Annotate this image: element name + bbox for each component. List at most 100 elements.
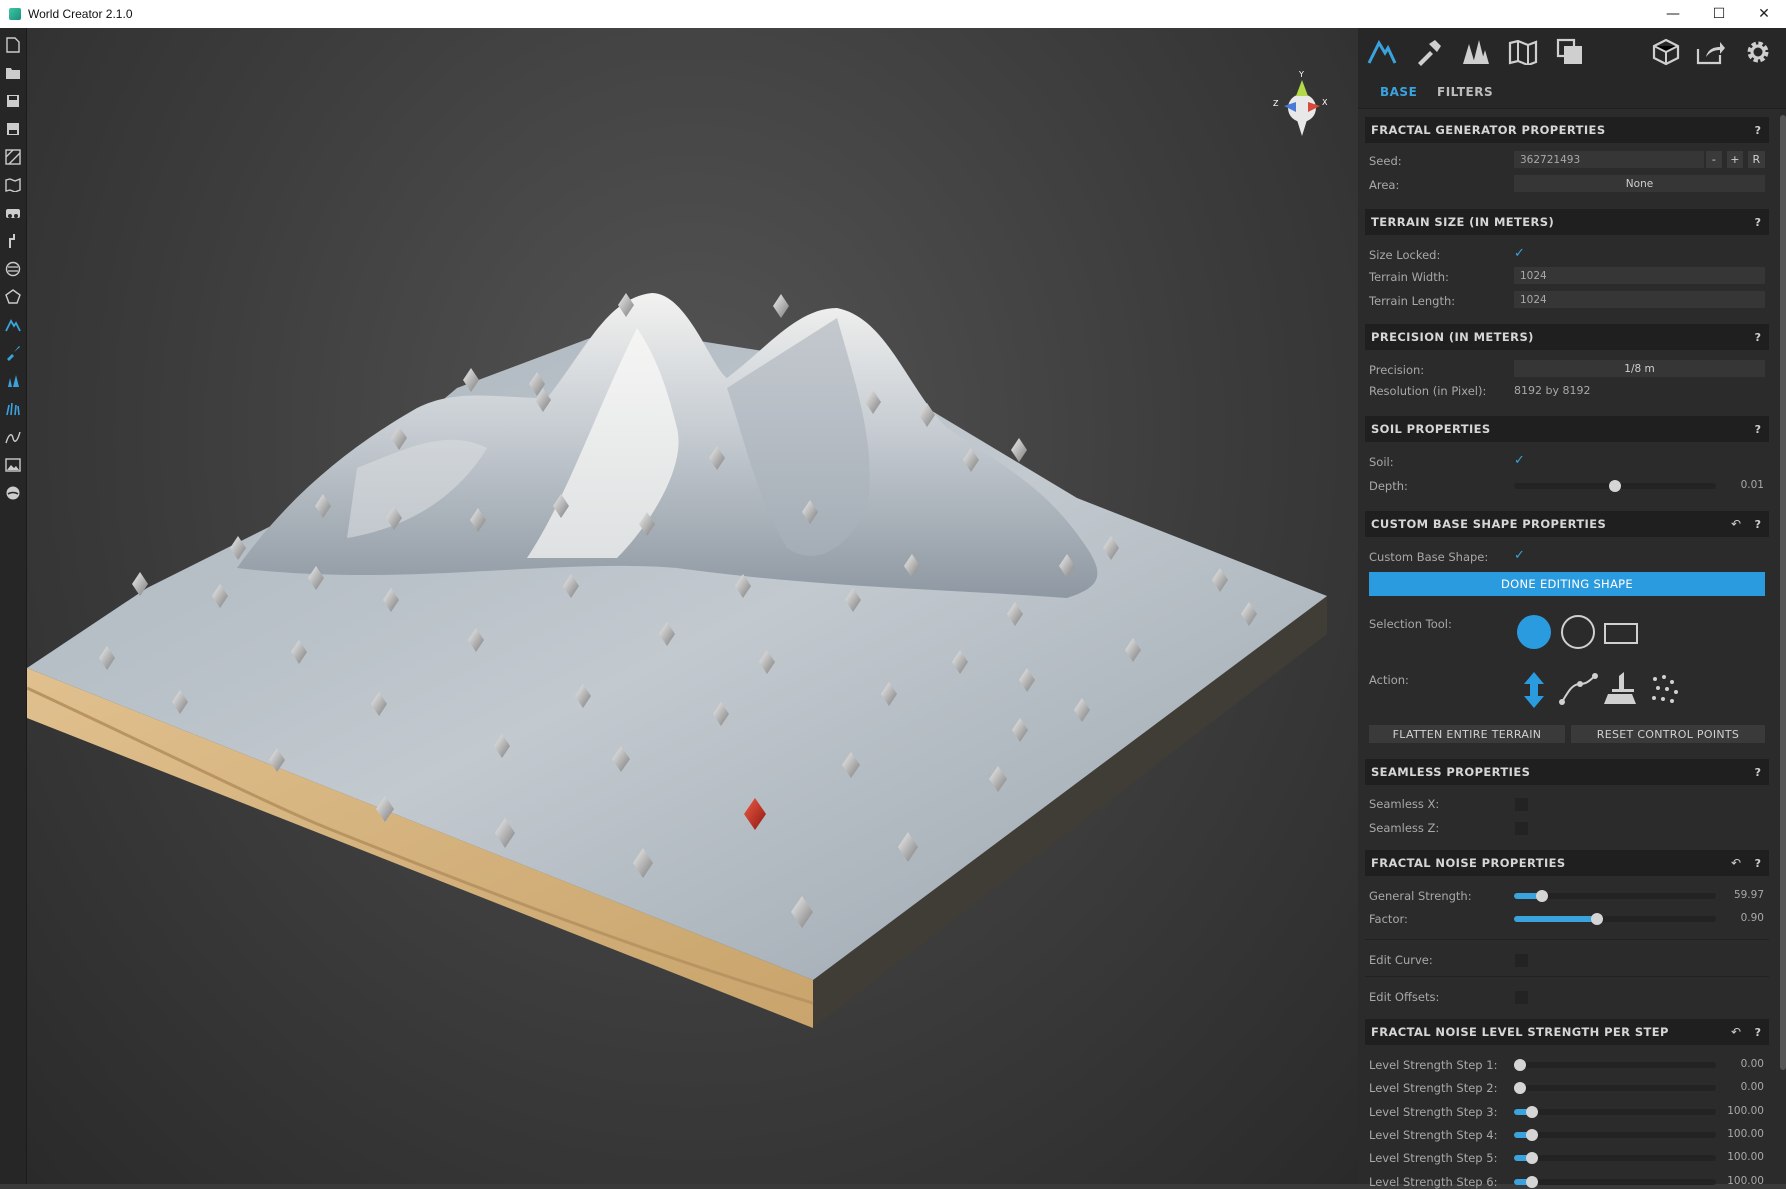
soil-checkbox[interactable]: ✓ (1514, 454, 1528, 468)
precision-select[interactable]: 1/8 m (1514, 360, 1765, 377)
layers-icon[interactable] (1554, 36, 1586, 68)
save-as-icon[interactable] (4, 120, 22, 138)
slider-knob[interactable] (1514, 1082, 1527, 1094)
scatter-points-icon[interactable] (1650, 674, 1680, 708)
brush-tool-icon[interactable] (4, 232, 22, 250)
slider-knob[interactable] (1526, 1176, 1539, 1188)
hammer-icon[interactable] (1413, 36, 1445, 68)
help-button[interactable]: ? (1755, 331, 1761, 344)
trees-icon[interactable] (1460, 36, 1492, 68)
mountain-icon[interactable] (1366, 36, 1398, 68)
image-icon[interactable] (4, 456, 22, 474)
seed-input[interactable]: 362721493 (1514, 151, 1704, 168)
share-icon[interactable] (1695, 36, 1727, 68)
help-button[interactable]: ? (1755, 766, 1761, 779)
level-strength-step-slider[interactable] (1514, 1106, 1716, 1118)
terrain-layers-icon[interactable] (4, 148, 22, 166)
fractal-generator-header[interactable]: FRACTAL GENERATOR PROPERTIES ? (1365, 117, 1769, 143)
seed-random-button[interactable]: R (1748, 151, 1765, 168)
terrain-width-input[interactable]: 1024 (1514, 267, 1765, 284)
level-strength-header[interactable]: FRACTAL NOISE LEVEL STRENGTH PER STEP ↶ … (1365, 1019, 1769, 1045)
close-button[interactable]: ✕ (1742, 0, 1786, 28)
custom-base-shape-header[interactable]: CUSTOM BASE SHAPE PROPERTIES ↶ ? (1365, 511, 1769, 537)
flatten-entire-terrain-button[interactable]: FLATTEN ENTIRE TERRAIN (1369, 725, 1565, 743)
level-strength-step-slider[interactable] (1514, 1059, 1716, 1071)
seamless-z-checkbox[interactable] (1515, 822, 1528, 835)
slider-knob[interactable] (1609, 480, 1621, 492)
help-button[interactable]: ? (1755, 518, 1761, 531)
tab-base[interactable]: BASE (1380, 85, 1417, 99)
slider-knob[interactable] (1514, 1059, 1527, 1071)
mountain-icon[interactable] (4, 316, 22, 334)
done-editing-shape-button[interactable]: DONE EDITING SHAPE (1369, 572, 1765, 596)
reset-control-points-button[interactable]: RESET CONTROL POINTS (1571, 725, 1765, 743)
help-button[interactable]: ? (1755, 216, 1761, 229)
axis-gizmo[interactable]: Y X Z (1273, 70, 1328, 136)
depth-slider[interactable] (1514, 480, 1716, 492)
top-toolbar (1358, 28, 1786, 76)
depth-label: Depth: (1369, 479, 1408, 493)
map-icon[interactable] (1507, 36, 1539, 68)
slider-knob[interactable] (1590, 913, 1603, 925)
camera-icon[interactable] (4, 204, 22, 222)
help-button[interactable]: ? (1755, 1026, 1761, 1039)
save-icon[interactable] (4, 92, 22, 110)
seed-plus-button[interactable]: + (1727, 151, 1743, 168)
soil-header[interactable]: SOIL PROPERTIES ? (1365, 416, 1769, 442)
pentagon-icon[interactable] (4, 288, 22, 306)
circle-outline-icon[interactable] (1561, 615, 1595, 649)
terrain-render[interactable]: Y X Z (27, 28, 1358, 1184)
terrain-length-input[interactable]: 1024 (1514, 291, 1765, 308)
globe-icon[interactable] (4, 260, 22, 278)
maximize-button[interactable]: ☐ (1697, 0, 1741, 28)
level-strength-step-slider[interactable] (1514, 1152, 1716, 1164)
resolution-value: 8192 by 8192 (1514, 384, 1591, 397)
general-strength-slider[interactable] (1514, 890, 1716, 902)
flatten-icon[interactable] (1602, 670, 1638, 710)
rectangle-icon[interactable] (1604, 623, 1638, 644)
minimize-button[interactable]: — (1651, 0, 1695, 28)
path-points-icon[interactable] (1558, 672, 1598, 710)
help-button[interactable]: ? (1755, 124, 1761, 137)
undo-arrow-icon[interactable]: ↶ (1731, 517, 1741, 531)
sphere-icon[interactable] (4, 484, 22, 502)
level-strength-step-slider[interactable] (1514, 1082, 1716, 1094)
level-strength-step-label: Level Strength Step 2: (1369, 1081, 1498, 1095)
general-strength-value: 59.97 (1733, 889, 1764, 901)
help-button[interactable]: ? (1755, 423, 1761, 436)
properties-panel: BASE FILTERS (1358, 28, 1786, 1184)
seed-minus-button[interactable]: - (1706, 151, 1722, 168)
edit-curve-checkbox[interactable] (1515, 954, 1528, 967)
open-folder-icon[interactable] (4, 64, 22, 82)
fractal-noise-header[interactable]: FRACTAL NOISE PROPERTIES ↶ ? (1365, 850, 1769, 876)
grass-icon[interactable] (4, 400, 22, 418)
area-select[interactable]: None (1514, 175, 1765, 192)
paint-icon[interactable] (4, 344, 22, 362)
map-icon[interactable] (4, 176, 22, 194)
terrain-size-header[interactable]: TERRAIN SIZE (IN METERS) ? (1365, 209, 1769, 235)
level-strength-step-value: 100.00 (1727, 1151, 1764, 1163)
undo-arrow-icon[interactable]: ↶ (1731, 856, 1741, 870)
edit-offsets-checkbox[interactable] (1515, 991, 1528, 1004)
panel-scrollbar[interactable] (1780, 115, 1786, 1070)
custom-base-shape-checkbox[interactable]: ✓ (1514, 549, 1528, 563)
tree-icon[interactable] (4, 372, 22, 390)
help-button[interactable]: ? (1755, 857, 1761, 870)
raise-lower-arrows-icon[interactable] (1520, 670, 1548, 714)
level-strength-step-slider[interactable] (1514, 1176, 1716, 1188)
erosion-icon[interactable] (4, 428, 22, 446)
new-file-icon[interactable] (4, 36, 22, 54)
cube-export-icon[interactable] (1650, 36, 1682, 68)
seamless-header[interactable]: SEAMLESS PROPERTIES ? (1365, 759, 1769, 785)
factor-slider[interactable] (1514, 913, 1716, 925)
precision-label: Precision: (1369, 363, 1425, 377)
undo-arrow-icon[interactable]: ↶ (1731, 1025, 1741, 1039)
seamless-x-checkbox[interactable] (1515, 798, 1528, 811)
tab-filters[interactable]: FILTERS (1437, 85, 1493, 99)
settings-gear-icon[interactable] (1742, 36, 1774, 68)
precision-header[interactable]: PRECISION (IN METERS) ? (1365, 324, 1769, 350)
filled-circle-icon[interactable] (1517, 615, 1551, 649)
terrain-viewport[interactable]: Y X Z (27, 28, 1358, 1184)
level-strength-step-slider[interactable] (1514, 1129, 1716, 1141)
size-locked-checkbox[interactable]: ✓ (1514, 247, 1528, 261)
